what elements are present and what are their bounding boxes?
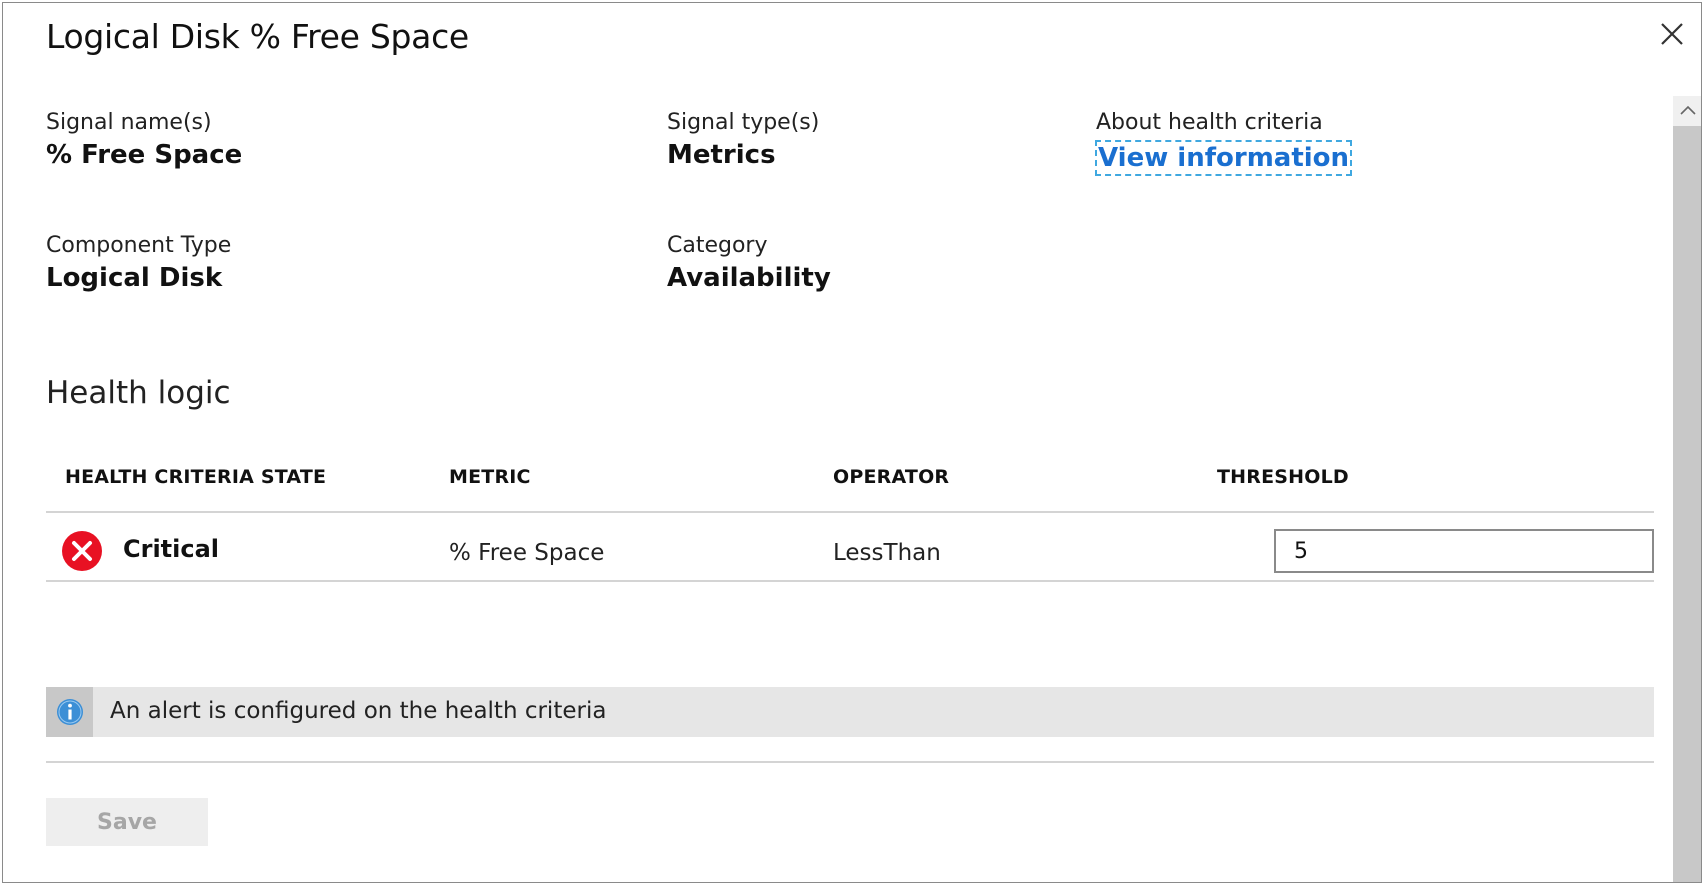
health-state-value: Critical — [123, 535, 220, 563]
signal-names-value: % Free Space — [46, 140, 243, 170]
vertical-scrollbar[interactable] — [1673, 96, 1701, 882]
chevron-up-icon — [1680, 105, 1696, 115]
dialog-title: Logical Disk % Free Space — [46, 17, 469, 56]
category-value: Availability — [667, 263, 831, 293]
column-header-state: HEALTH CRITERIA STATE — [65, 466, 327, 488]
footer-divider — [46, 761, 1654, 763]
threshold-input[interactable] — [1274, 529, 1654, 573]
table-header-divider — [46, 511, 1654, 513]
about-health-criteria-label: About health criteria — [1096, 110, 1323, 135]
view-information-link[interactable]: View information — [1095, 140, 1353, 176]
health-criteria-dialog: Logical Disk % Free Space Signal name(s)… — [2, 2, 1702, 883]
close-button[interactable] — [1655, 17, 1689, 51]
signal-types-label: Signal type(s) — [667, 110, 820, 135]
component-type-value: Logical Disk — [46, 263, 223, 293]
close-icon — [1661, 23, 1683, 45]
alert-info-text: An alert is configured on the health cri… — [110, 698, 607, 724]
table-row-divider — [46, 580, 1654, 582]
alert-info-bar: An alert is configured on the health cri… — [46, 687, 1654, 737]
signal-names-label: Signal name(s) — [46, 110, 212, 135]
component-type-label: Component Type — [46, 233, 232, 258]
health-logic-heading: Health logic — [46, 375, 231, 411]
operator-value: LessThan — [833, 540, 941, 566]
column-header-operator: OPERATOR — [833, 466, 950, 488]
column-header-metric: METRIC — [449, 466, 531, 488]
signal-types-value: Metrics — [667, 140, 776, 170]
error-circle-icon — [62, 531, 102, 571]
category-label: Category — [667, 233, 768, 258]
metric-value: % Free Space — [449, 540, 605, 566]
save-button[interactable]: Save — [46, 798, 208, 846]
scroll-up-button[interactable] — [1673, 96, 1701, 126]
info-icon-container — [46, 687, 93, 737]
info-icon — [57, 699, 83, 725]
column-header-threshold: THRESHOLD — [1217, 466, 1349, 488]
